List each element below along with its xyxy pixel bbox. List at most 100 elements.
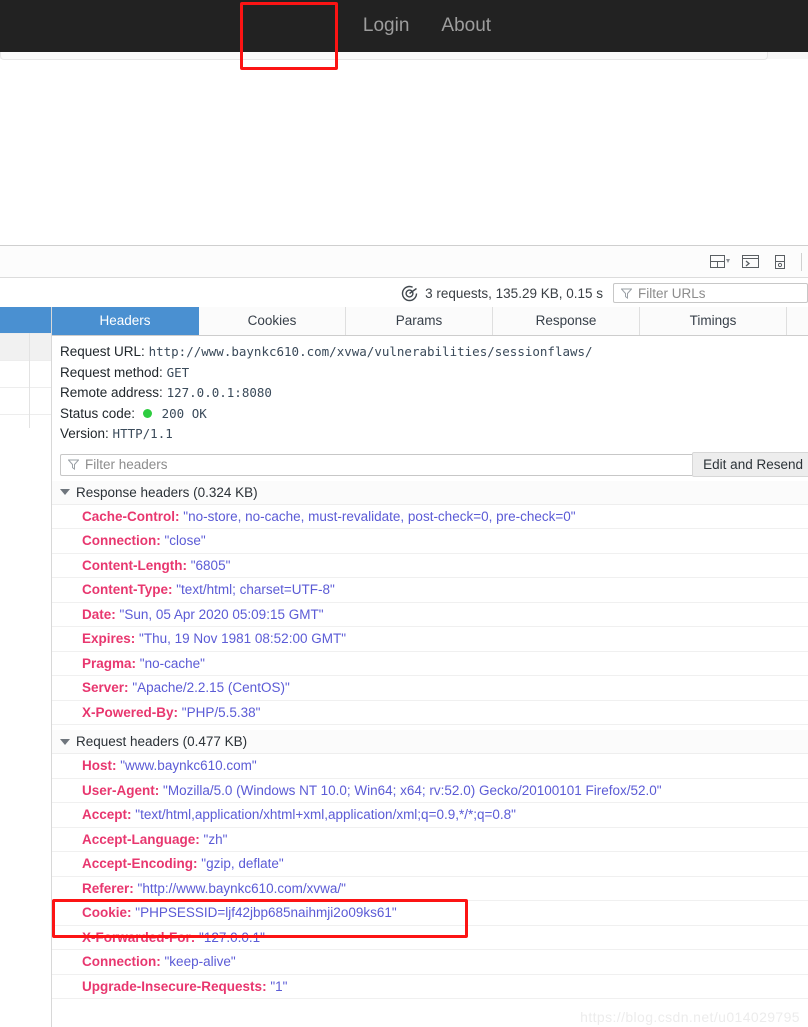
filter-urls-placeholder: Filter URLs [638, 285, 706, 301]
header-value: "close" [164, 533, 206, 548]
header-name: X-Forwarded-For [82, 929, 191, 945]
response-header-server[interactable]: Server: "Apache/2.2.15 (CentOS)" [52, 676, 808, 701]
header-name: User-Agent [82, 782, 155, 798]
request-headers-rows: Host: "www.baynkc610.com" User-Agent: "M… [52, 754, 808, 999]
navbar-links: Login About [0, 0, 808, 52]
header-name: Date [82, 606, 112, 622]
header-name: Accept-Language [82, 831, 196, 847]
request-summary: Request URL: http://www.baynkc610.com/xv… [52, 336, 808, 447]
devtools-status-bar: 3 requests, 135.29 KB, 0.15 s Filter URL… [0, 278, 808, 309]
request-header-accept-encoding[interactable]: Accept-Encoding: "gzip, deflate" [52, 852, 808, 877]
request-header-accept[interactable]: Accept: "text/html,application/xhtml+xml… [52, 803, 808, 828]
response-header-date[interactable]: Date: "Sun, 05 Apr 2020 05:09:15 GMT" [52, 603, 808, 627]
response-header-expires[interactable]: Expires: "Thu, 19 Nov 1981 08:52:00 GMT" [52, 627, 808, 652]
header-name: Referer [82, 880, 130, 896]
request-url-label: Request URL: [60, 344, 145, 359]
header-name: Content-Type [82, 582, 168, 597]
request-list-row-selected[interactable] [0, 307, 51, 334]
request-header-connection[interactable]: Connection: "keep-alive" [52, 950, 808, 975]
header-value: "zh" [203, 831, 228, 847]
tab-timings[interactable]: Timings [640, 307, 787, 335]
tab-cookies[interactable]: Cookies [199, 307, 346, 335]
split-console-layout-icon[interactable] [705, 246, 735, 277]
request-header-user-agent[interactable]: User-Agent: "Mozilla/5.0 (Windows NT 10.… [52, 779, 808, 803]
response-header-cache-control[interactable]: Cache-Control: "no-store, no-cache, must… [52, 505, 808, 529]
tab-response[interactable]: Response [493, 307, 640, 335]
response-header-connection[interactable]: Connection: "close" [52, 529, 808, 554]
request-header-cookie[interactable]: Cookie: "PHPSESSID=ljf42jbp685naihmji2o0… [52, 901, 808, 926]
response-header-x-powered-by[interactable]: X-Powered-By: "PHP/5.5.38" [52, 701, 808, 725]
summary-status-code: Status code: 200 OK [60, 404, 808, 425]
tab-params[interactable]: Params [346, 307, 493, 335]
request-header-upgrade-insecure-requests[interactable]: Upgrade-Insecure-Requests: "1" [52, 975, 808, 999]
header-name: Accept [82, 807, 128, 822]
page-blank-area [0, 60, 808, 245]
network-summary: 3 requests, 135.29 KB, 0.15 s [401, 285, 603, 302]
header-value: "Thu, 19 Nov 1981 08:52:00 GMT" [139, 631, 346, 646]
header-name: Cookie [82, 905, 128, 920]
summary-remote-address: Remote address: 127.0.0.1:8080 [60, 383, 808, 404]
devtools-toolbar-icons [705, 246, 808, 277]
response-header-pragma[interactable]: Pragma: "no-cache" [52, 652, 808, 676]
nav-link-login[interactable]: Login [347, 0, 426, 52]
request-header-referer[interactable]: Referer: "http://www.baynkc610.com/xvwa/… [52, 877, 808, 901]
tab-headers[interactable]: Headers [52, 307, 199, 335]
header-value: "text/html; charset=UTF-8" [176, 582, 335, 597]
network-summary-text: 3 requests, 135.29 KB, 0.15 s [425, 285, 603, 301]
version-label: Version: [60, 426, 109, 441]
request-details-pane: Headers Cookies Params Response Timings … [52, 307, 808, 1027]
header-name: X-Powered-By [82, 704, 174, 720]
devtools-panel: 3 requests, 135.29 KB, 0.15 s Filter URL… [0, 245, 808, 1027]
response-headers-group-title: Response headers (0.324 KB) [76, 484, 258, 500]
request-header-x-forwarded-for[interactable]: X-Forwarded-For: "127.0.0.1" [52, 926, 808, 950]
request-headers-group-header[interactable]: Request headers (0.477 KB) [52, 730, 808, 754]
header-name: Server [82, 680, 125, 695]
nav-link-about[interactable]: About [425, 0, 507, 52]
header-value: "http://www.baynkc610.com/xvwa/" [137, 880, 346, 896]
request-list-column-divider [29, 333, 30, 428]
screenshot-root: Login About 3 requests, 135.29 KB, 0.15 … [0, 0, 808, 1027]
request-header-host[interactable]: Host: "www.baynkc610.com" [52, 754, 808, 779]
header-value: "Apache/2.2.15 (CentOS)" [132, 680, 290, 695]
remote-address-value: 127.0.0.1:8080 [166, 385, 272, 400]
header-value: "no-cache" [139, 655, 205, 671]
chevron-down-icon [60, 489, 70, 495]
header-value: "www.baynkc610.com" [120, 758, 257, 773]
chevron-down-icon [60, 738, 70, 745]
header-name: Host [82, 758, 112, 773]
request-list-row[interactable] [0, 388, 51, 415]
toggle-console-icon[interactable] [735, 246, 765, 277]
site-navbar: Login About [0, 0, 808, 52]
header-value: "Sun, 05 Apr 2020 05:09:15 GMT" [119, 606, 324, 622]
response-header-content-type[interactable]: Content-Type: "text/html; charset=UTF-8" [52, 578, 808, 603]
request-headers-group-title: Request headers (0.477 KB) [76, 734, 248, 749]
header-name: Upgrade-Insecure-Requests [82, 978, 263, 994]
funnel-filter-icon [68, 459, 79, 470]
header-value: "1" [270, 978, 288, 994]
toolbar-divider [801, 252, 802, 271]
header-value: "gzip, deflate" [201, 856, 284, 871]
header-value: "Mozilla/5.0 (Windows NT 10.0; Win64; x6… [163, 782, 662, 798]
responsive-design-mode-icon[interactable] [765, 246, 795, 277]
request-list-panel[interactable] [0, 307, 52, 1027]
filter-headers-placeholder: Filter headers [85, 457, 168, 472]
request-list-row[interactable] [0, 361, 51, 388]
filter-urls-input[interactable]: Filter URLs [613, 283, 808, 303]
funnel-filter-icon [621, 288, 632, 299]
watermark-text: https://blog.csdn.net/u014029795 [580, 1009, 800, 1025]
request-method-value: GET [166, 364, 190, 380]
edit-and-resend-button[interactable]: Edit and Resend [692, 452, 808, 477]
response-headers-group-header[interactable]: Response headers (0.324 KB) [52, 480, 808, 505]
header-value: "PHP/5.5.38" [181, 704, 261, 720]
response-header-content-length[interactable]: Content-Length: "6805" [52, 554, 808, 578]
request-list-row[interactable] [0, 334, 51, 361]
request-header-accept-language[interactable]: Accept-Language: "zh" [52, 828, 808, 852]
devtools-toolbar [0, 246, 808, 278]
header-name: Connection [82, 954, 157, 969]
status-code-value: 200 OK [161, 405, 207, 421]
header-name: Expires [82, 631, 131, 646]
header-value: "6805" [190, 557, 231, 573]
filter-headers-input[interactable]: Filter headers [60, 453, 800, 476]
header-name: Pragma [82, 655, 132, 671]
header-value: "127.0.0.1" [199, 929, 265, 945]
